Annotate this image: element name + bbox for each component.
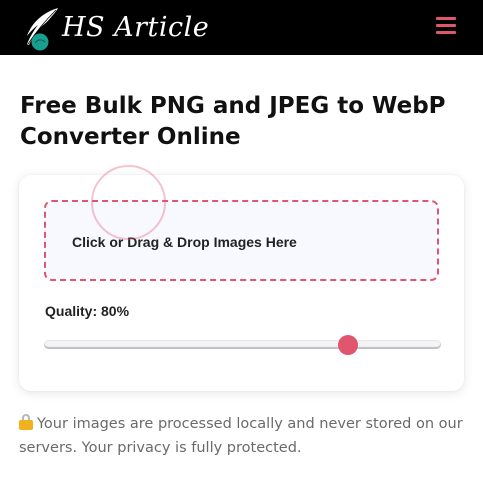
brand-name: HS Article xyxy=(62,12,210,43)
site-header: HS Article xyxy=(0,0,483,55)
page-title: Free Bulk PNG and JPEG to WebP Converter… xyxy=(20,93,446,150)
hamburger-menu-icon[interactable] xyxy=(436,16,458,38)
privacy-text: Your images are processed locally and ne… xyxy=(19,416,463,456)
tap-ripple xyxy=(91,165,166,240)
slider-thumb[interactable] xyxy=(338,335,359,355)
quality-slider[interactable] xyxy=(44,335,441,355)
converter-card: Click or Drag & Drop Images Here Quality… xyxy=(19,165,464,391)
lock-icon xyxy=(19,414,33,430)
site-logo[interactable]: HS Article xyxy=(18,6,209,51)
quality-label: Quality: 80% xyxy=(45,303,130,319)
dropzone-label: Click or Drag & Drop Images Here xyxy=(72,234,297,250)
feather-logo-icon xyxy=(27,8,58,51)
slider-track[interactable] xyxy=(44,340,441,349)
privacy-notice: Your images are processed locally and ne… xyxy=(19,412,469,460)
